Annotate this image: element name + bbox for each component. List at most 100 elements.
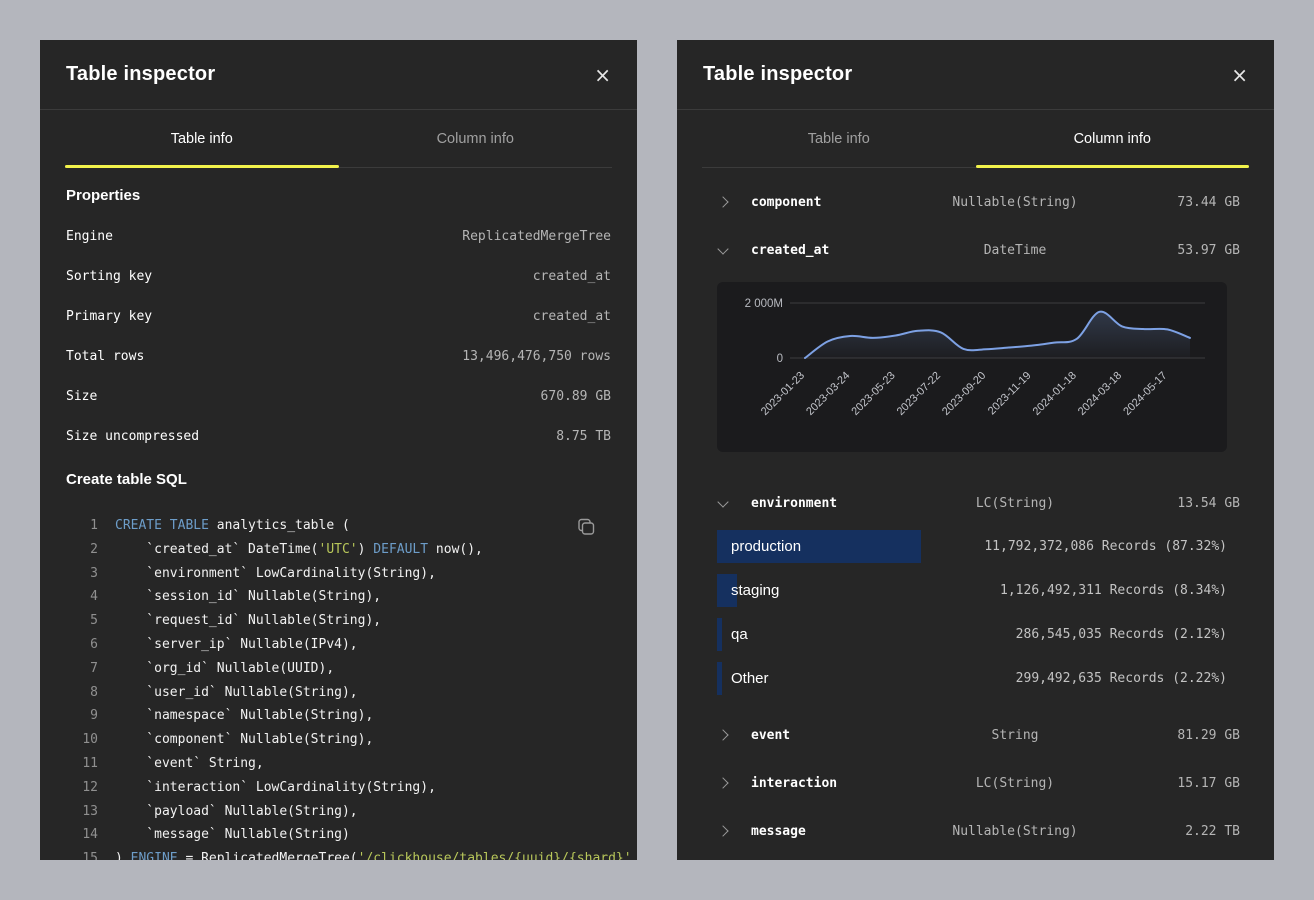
properties-heading: Properties [66,186,611,206]
code-text: CREATE TABLE analytics_table ( [115,514,350,538]
code-token: `user_id` Nullable(String), [115,685,358,700]
property-value: created_at [533,269,611,284]
sql-code-line: 12 `interaction` LowCardinality(String), [66,776,611,800]
line-number: 8 [66,681,98,705]
close-icon[interactable]: × [594,65,611,85]
value-records-count: 1,126,492,311 Records (8.34%) [1000,574,1227,607]
x-tick-label: 2023-03-24 [804,370,852,418]
environment-value-row: Other 299,492,635 Records (2.22%) [717,662,1274,706]
column-type: Nullable(String) [885,195,1145,210]
x-tick-label: 2023-01-23 [759,370,807,418]
sql-code-line: 2 `created_at` DateTime('UTC') DEFAULT n… [66,538,611,562]
column-row-component[interactable]: component Nullable(String) 73.44 GB [677,178,1274,226]
code-token: ENGINE [131,851,178,860]
column-type: LC(String) [885,496,1145,511]
created-at-distribution-chart: 2 000M02023-01-232023-03-242023-05-23202… [717,282,1227,452]
column-row-created_at[interactable]: created_atDateTime53.97 GB [677,226,1274,274]
chevron-right-icon [717,729,728,740]
sql-code-line: 10 `component` Nullable(String), [66,728,611,752]
sql-code-line: 3 `environment` LowCardinality(String), [66,562,611,586]
property-row: Primary keycreated_at [66,296,611,336]
code-token: `interaction` LowCardinality(String), [115,780,436,795]
property-label: Size [66,389,97,404]
tab-label: Table info [808,131,870,147]
column-row-event[interactable]: eventString81.29 GB [677,711,1274,759]
column-type: Nullable(String) [885,824,1145,839]
column-row-interaction[interactable]: interactionLC(String)15.17 GB [677,759,1274,807]
code-token: `server_ip` Nullable(IPv4), [115,637,358,652]
code-text: `server_ip` Nullable(IPv4), [115,633,358,657]
copy-icon[interactable] [575,516,597,538]
code-text: `namespace` Nullable(String), [115,704,373,728]
value-label: production [731,530,801,563]
value-label: Other [731,662,769,695]
property-label: Sorting key [66,269,152,284]
value-label: qa [731,618,748,651]
code-text: `payload` Nullable(String), [115,800,358,824]
sql-code-block: 1CREATE TABLE analytics_table (2 `create… [66,514,611,860]
column-type: LC(String) [885,776,1145,791]
code-token: `namespace` Nullable(String), [115,708,373,723]
x-tick-label: 2023-09-20 [940,370,988,418]
code-token: '/clickhouse/tables/{uuid}/{shard}' [358,851,632,860]
property-label: Total rows [66,349,144,364]
tab-column-info[interactable]: Column info [339,110,613,167]
line-number: 15 [66,847,98,860]
table-inspector-dialog-left: Table inspector × Table info Column info… [40,40,637,860]
tab-table-info[interactable]: Table info [702,110,976,167]
value-records-count: 11,792,372,086 Records (87.32%) [984,530,1227,563]
code-text: `event` String, [115,752,264,776]
code-text: `request_id` Nullable(String), [115,609,381,633]
code-token: ) [115,851,131,860]
code-token: , [632,851,637,860]
code-token: analytics_table ( [209,518,350,533]
chart-area-fill [805,312,1190,358]
line-number: 11 [66,752,98,776]
code-text: `session_id` Nullable(String), [115,585,381,609]
sql-code-line: 7 `org_id` Nullable(UUID), [66,657,611,681]
environment-value-row: production 11,792,372,086 Records (87.32%… [717,530,1274,574]
code-token: `session_id` Nullable(String), [115,589,381,604]
sql-code-lines: 1CREATE TABLE analytics_table (2 `create… [66,514,611,860]
sql-code-line: 5 `request_id` Nullable(String), [66,609,611,633]
code-token: `environment` LowCardinality(String), [115,566,436,581]
properties-list: EngineReplicatedMergeTreeSorting keycrea… [66,216,611,456]
property-row: Size670.89 GB [66,376,611,416]
tab-table-info[interactable]: Table info [65,110,339,167]
column-name: interaction [751,776,837,791]
chevron-right-icon [717,777,728,788]
column-row-environment[interactable]: environmentLC(String)13.54 GB [677,479,1274,527]
code-text: `org_id` Nullable(UUID), [115,657,334,681]
tab-column-info[interactable]: Column info [976,110,1250,167]
dialog-title: Table inspector [66,63,215,86]
code-token: `request_id` Nullable(String), [115,613,381,628]
property-value: 8.75 TB [556,429,611,444]
column-row-message[interactable]: messageNullable(String)2.22 TB [677,807,1274,855]
x-tick-label: 2024-03-18 [1076,370,1124,418]
property-label: Size uncompressed [66,429,199,444]
column-size: 2.22 TB [1185,824,1240,839]
code-token: `message` Nullable(String) [115,827,350,842]
dialog-title: Table inspector [703,63,852,86]
tab-label: Column info [1074,131,1151,147]
column-name: component [751,195,821,210]
tab-bar: Table info Column info [702,110,1249,168]
code-token: `component` Nullable(String), [115,732,373,747]
column-size: 53.97 GB [1177,243,1240,258]
line-number: 6 [66,633,98,657]
area-chart-svg: 2 000M02023-01-232023-03-242023-05-23202… [717,282,1227,452]
property-label: Engine [66,229,113,244]
environment-value-row: staging1,126,492,311 Records (8.34%) [717,574,1274,618]
column-size: 73.44 GB [1177,195,1240,210]
column-name: environment [751,496,837,511]
value-records-count: 299,492,635 Records (2.22%) [1016,662,1227,695]
property-label: Primary key [66,309,152,324]
column-type: String [885,728,1145,743]
line-number: 5 [66,609,98,633]
dialog-header: Table inspector × [677,40,1274,110]
close-icon[interactable]: × [1231,65,1248,85]
line-number: 3 [66,562,98,586]
x-tick-label: 2023-05-23 [849,370,897,418]
line-number: 13 [66,800,98,824]
sql-code-line: 4 `session_id` Nullable(String), [66,585,611,609]
